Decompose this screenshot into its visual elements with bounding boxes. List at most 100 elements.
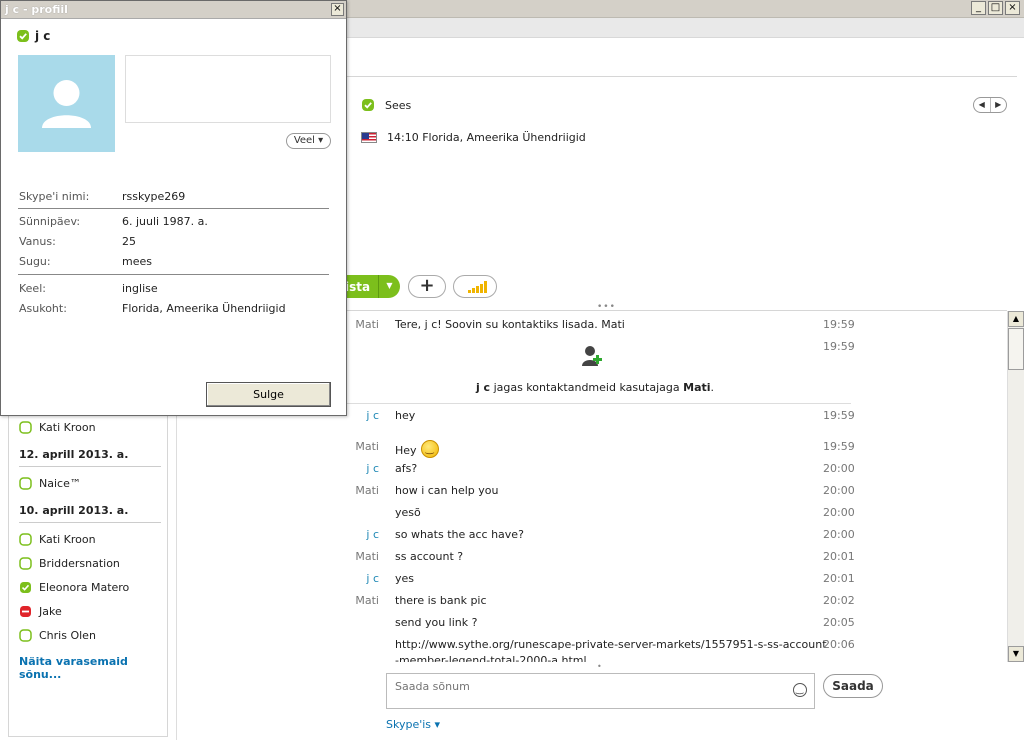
maximize-button[interactable]: □ [988, 1, 1003, 15]
message-text: Hey [395, 444, 417, 457]
message-sender: Mati [355, 318, 379, 331]
message-input[interactable] [395, 680, 775, 693]
field-label: Vanus: [19, 235, 56, 248]
message-time: 20:02 [823, 594, 855, 607]
contact-status-text: Sees [385, 98, 412, 112]
send-via-selector[interactable]: Skype'is ▾ [386, 718, 440, 731]
chat-message: j c so whats the acc have? 20:00 [345, 528, 865, 548]
send-button[interactable]: Saada [823, 674, 883, 698]
online-status-icon [20, 582, 31, 593]
emoticon-picker-icon[interactable] [793, 683, 807, 697]
message-sender: j c [366, 528, 379, 541]
online-outline-status-icon [19, 421, 32, 434]
close-window-button[interactable]: × [1005, 1, 1020, 15]
message-sender: j c [366, 409, 379, 422]
online-outline-status-icon [19, 477, 32, 490]
online-status-icon [17, 30, 29, 42]
profile-row-language: Keel: inglise [19, 282, 329, 296]
message-time: 20:01 [823, 572, 855, 585]
contact-local-time: 14:10 Florida, Ameerika Ühendriigid [387, 131, 586, 144]
contact-status-row: Sees [361, 98, 411, 112]
call-quality-button[interactable] [453, 275, 497, 298]
message-sender: Mati [355, 594, 379, 607]
list-item-naice[interactable]: Naice™ [19, 477, 81, 490]
scroll-thumb[interactable] [1008, 328, 1024, 370]
chat-message: j c afs? 20:00 [345, 462, 865, 482]
message-time: 19:59 [823, 340, 855, 353]
chat-top-divider [347, 310, 1007, 311]
message-time: 20:00 [823, 462, 855, 475]
window-controls: _ □ × [971, 1, 1020, 15]
profile-nav-arrows: ◀ ▶ [973, 97, 1007, 113]
date-header: 12. aprill 2013. a. [19, 448, 161, 467]
profile-dialog: j c - profiil × j c Veel ▾ Skype'i nimi:… [0, 0, 347, 416]
header-divider [347, 76, 1017, 77]
call-dropdown-button[interactable]: ▼ [378, 275, 400, 298]
list-item-kati-kroon-1[interactable]: Kati Kroon [19, 421, 96, 434]
minimize-button[interactable]: _ [971, 1, 986, 15]
chat-message: j c hey 19:59 [345, 409, 865, 429]
field-value: 25 [122, 235, 136, 248]
add-people-button[interactable]: + [408, 275, 446, 298]
busy-status-icon [20, 606, 31, 617]
chat-message: Mati Hey 19:59 [345, 440, 865, 460]
field-label: Keel: [19, 282, 46, 295]
call-button[interactable]: ista ▼ [340, 275, 400, 298]
profile-dialog-title: j c - profiil [5, 3, 68, 16]
nav-next-button[interactable]: ▶ [989, 98, 1007, 112]
message-text: there is bank pic [395, 594, 487, 607]
message-text: hey [395, 409, 416, 422]
share-target: Mati [683, 381, 711, 394]
message-text: afs? [395, 462, 418, 475]
chat-message: j c yes 20:01 [345, 572, 865, 592]
list-item-eleonora-matero[interactable]: Eleonora Matero [19, 581, 129, 594]
notice-divider [345, 403, 851, 404]
profile-row-birthday: Sünnipäev: 6. juuli 1987. a. [19, 215, 329, 229]
message-text: send you link ? [395, 616, 478, 629]
list-item-kati-kroon-2[interactable]: Kati Kroon [19, 533, 96, 546]
signal-bars-icon [468, 281, 487, 293]
list-item-briddersnation[interactable]: Briddersnation [19, 557, 120, 570]
field-value: inglise [122, 282, 158, 295]
chat-message: Mati ss account ? 20:01 [345, 550, 865, 570]
profile-row-location: Asukoht: Florida, Ameerika Ühendriigid [19, 302, 329, 316]
message-compose-box[interactable] [386, 673, 815, 709]
list-item-chris-olen[interactable]: Chris Olen [19, 629, 96, 642]
online-outline-status-icon [19, 629, 32, 642]
message-text: yesõ [395, 506, 421, 519]
more-options-button[interactable]: Veel ▾ [286, 133, 331, 149]
chat-message: Mati how i can help you 20:00 [345, 484, 865, 504]
contact-share-icon [582, 346, 602, 366]
message-sender: Mati [355, 440, 379, 453]
field-value: 6. juuli 1987. a. [122, 215, 208, 228]
message-link[interactable]: -member-legend-total-2000-a.html [395, 654, 587, 662]
chat-message: -member-legend-total-2000-a.html [345, 654, 865, 662]
chat-message: Mati there is bank pic 20:02 [345, 594, 865, 614]
message-time: 19:59 [823, 440, 855, 453]
recent-conversations-list: Kati Kroon 12. aprill 2013. a. Naice™ 10… [8, 415, 168, 737]
scroll-down-button[interactable]: ▼ [1008, 646, 1024, 662]
chat-scrollbar[interactable]: ▲ ▼ [1007, 311, 1024, 662]
profile-display-name: j c [35, 29, 51, 43]
compose-resize-handle[interactable]: • [597, 662, 602, 671]
list-item-jake[interactable]: Jake [19, 605, 62, 618]
scroll-up-button[interactable]: ▲ [1008, 311, 1024, 327]
message-text: yes [395, 572, 415, 585]
close-profile-button[interactable]: Sulge [206, 382, 331, 407]
show-older-messages-link[interactable]: Näita varasemaid sõnu... [19, 655, 167, 681]
message-time: 20:00 [823, 506, 855, 519]
online-outline-status-icon [19, 557, 32, 570]
chat-history: Mati Tere, j c! Soovin su kontaktiks lis… [345, 312, 1005, 662]
nav-prev-button[interactable]: ◀ [974, 98, 990, 112]
mood-message-box [125, 55, 331, 123]
profile-close-x-button[interactable]: × [331, 3, 344, 16]
message-link[interactable]: http://www.sythe.org/runescape-private-s… [395, 638, 827, 651]
profile-row-skype-name: Skype'i nimi: rsskype269 [19, 190, 329, 204]
message-time: 20:05 [823, 616, 855, 629]
chat-message: send you link ? 20:05 [345, 616, 865, 636]
profile-separator [18, 208, 329, 209]
message-time: 20:06 [823, 638, 855, 651]
date-header: 10. aprill 2013. a. [19, 504, 161, 523]
avatar [18, 55, 115, 152]
message-sender: Mati [355, 484, 379, 497]
